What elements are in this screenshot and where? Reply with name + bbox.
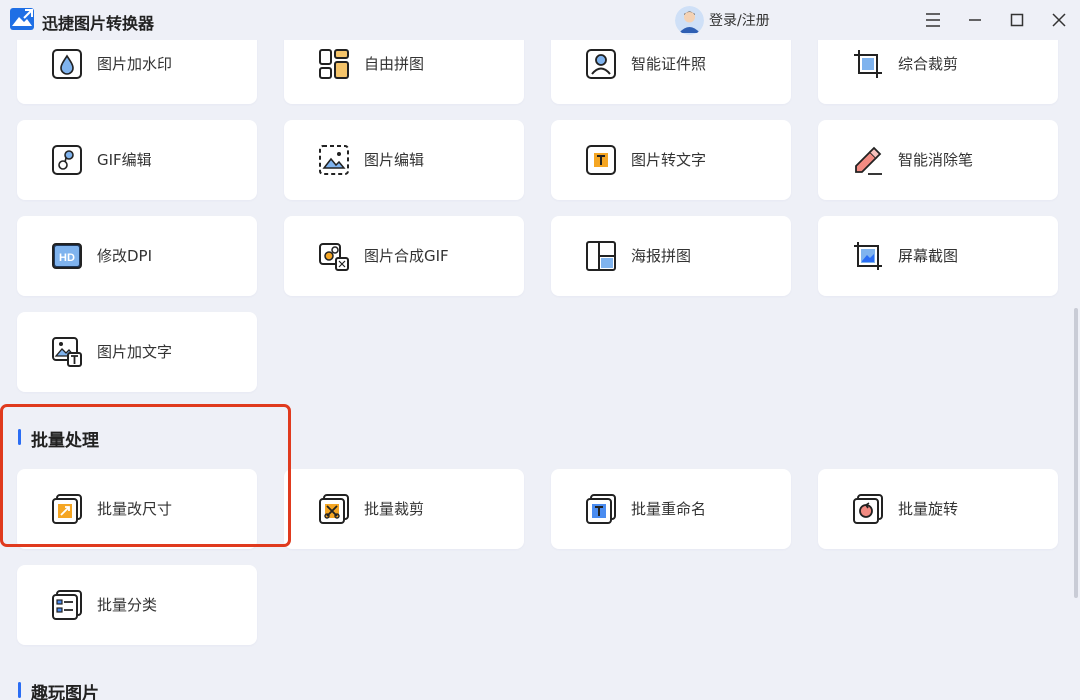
tool-label: 自由拼图 [364, 55, 425, 73]
app-title: 迅捷图片转换器 [42, 14, 155, 33]
tool-label: 海报拼图 [631, 247, 692, 265]
title-bar: 迅捷图片转换器 登录/注册 [0, 0, 1080, 40]
tool-card-image-to-gif[interactable]: 图片合成GIF [284, 216, 524, 296]
section-title-fun: 趣玩图片 [18, 679, 99, 700]
id-photo-icon [586, 49, 616, 79]
image-edit-icon [319, 145, 349, 175]
tool-label: 批量改尺寸 [97, 500, 173, 518]
tool-label: 批量重命名 [631, 500, 707, 518]
tool-card-poster-collage[interactable]: 海报拼图 [551, 216, 791, 296]
gif-edit-icon [52, 145, 82, 175]
batch-classify-icon [52, 590, 82, 620]
tool-card-free-collage[interactable]: 自由拼图 [284, 40, 524, 104]
batch-crop-icon [319, 494, 349, 524]
add-text-icon [52, 337, 82, 367]
image-to-gif-icon [319, 243, 349, 271]
section-title-batch: 批量处理 [18, 426, 99, 451]
tool-card-batch-classify[interactable]: 批量分类 [17, 565, 257, 645]
batch-rename-icon [586, 494, 616, 524]
tool-card-gif-edit[interactable]: GIF编辑 [17, 120, 257, 200]
hd-icon: HD [52, 243, 82, 269]
watermark-icon [52, 49, 82, 79]
close-icon[interactable] [1047, 8, 1071, 32]
tool-label: 屏幕截图 [898, 247, 959, 265]
app-logo-icon [10, 8, 34, 30]
tool-label: 智能证件照 [631, 55, 707, 73]
login-button[interactable]: 登录/注册 [675, 5, 770, 35]
tool-label: 图片加文字 [97, 343, 173, 361]
minimize-icon[interactable] [963, 8, 987, 32]
poster-collage-icon [586, 241, 616, 271]
tool-card-screenshot[interactable]: 屏幕截图 [818, 216, 1058, 296]
tool-card-crop[interactable]: 综合裁剪 [818, 40, 1058, 104]
scrollbar[interactable] [1074, 308, 1078, 598]
tool-card-eraser[interactable]: 智能消除笔 [818, 120, 1058, 200]
tool-label: 修改DPI [97, 247, 153, 265]
crop-icon [854, 50, 882, 78]
tool-card-batch-crop[interactable]: 批量裁剪 [284, 469, 524, 549]
collage-icon [319, 49, 349, 79]
batch-resize-icon [52, 494, 82, 524]
tool-card-batch-rename[interactable]: 批量重命名 [551, 469, 791, 549]
tool-card-image-to-text[interactable]: 图片转文字 [551, 120, 791, 200]
tool-label: 图片转文字 [631, 151, 707, 169]
svg-text:HD: HD [59, 252, 75, 264]
tool-card-image-edit[interactable]: 图片编辑 [284, 120, 524, 200]
menu-icon[interactable] [921, 8, 945, 32]
avatar-icon [675, 5, 704, 35]
tool-label: GIF编辑 [97, 151, 152, 169]
image-to-text-icon [586, 145, 616, 175]
tool-label: 图片合成GIF [364, 247, 449, 265]
tool-card-dpi[interactable]: HD 修改DPI [17, 216, 257, 296]
maximize-icon[interactable] [1005, 8, 1029, 32]
tool-label: 智能消除笔 [898, 151, 974, 169]
tool-card-watermark[interactable]: 图片加水印 [17, 40, 257, 104]
tool-label: 图片加水印 [97, 55, 173, 73]
eraser-pen-icon [855, 146, 882, 175]
tool-label: 批量旋转 [898, 500, 959, 518]
tool-card-batch-rotate[interactable]: 批量旋转 [818, 469, 1058, 549]
batch-rotate-icon [853, 494, 883, 524]
tool-card-add-text[interactable]: 图片加文字 [17, 312, 257, 392]
tool-label: 批量分类 [97, 596, 158, 614]
tool-card-batch-resize[interactable]: 批量改尺寸 [17, 469, 257, 549]
tool-card-id-photo[interactable]: 智能证件照 [551, 40, 791, 104]
tool-label: 批量裁剪 [364, 500, 425, 518]
login-label: 登录/注册 [709, 13, 770, 29]
tool-label: 综合裁剪 [898, 55, 959, 73]
tools-panel: 图片加水印 自由拼图 智能证件照 综合裁剪 GIF编辑 图片编辑 图片转文字 智… [0, 40, 1080, 700]
tool-label: 图片编辑 [364, 151, 425, 169]
screenshot-icon [854, 242, 882, 270]
